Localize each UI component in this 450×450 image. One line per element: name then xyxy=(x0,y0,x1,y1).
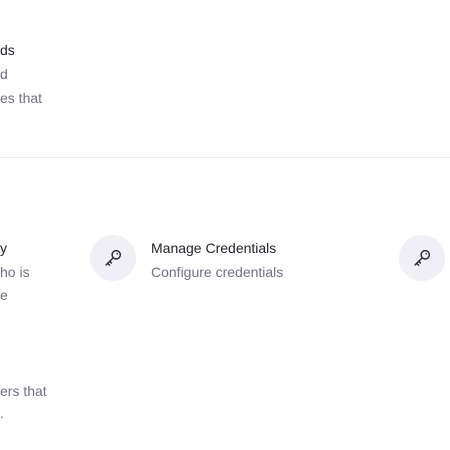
setting-card-title: y xyxy=(0,240,7,256)
key-icon xyxy=(90,235,136,281)
setting-card-description: d xyxy=(0,66,8,82)
setting-card-description: es that xyxy=(0,90,43,106)
manage-credentials-title: Manage Credentials xyxy=(151,240,277,256)
manage-credentials-description: Configure credentials xyxy=(151,264,284,280)
setting-card-description: e xyxy=(0,287,8,303)
setting-card-description: . xyxy=(0,405,4,421)
settings-grid: ds d es that y ho is e Manage Credential… xyxy=(0,0,450,450)
setting-card-description: ho is xyxy=(0,264,30,280)
section-divider xyxy=(0,157,450,158)
key-icon xyxy=(399,235,445,281)
setting-card-title: ds xyxy=(0,42,15,58)
setting-card-description: ers that xyxy=(0,383,47,399)
